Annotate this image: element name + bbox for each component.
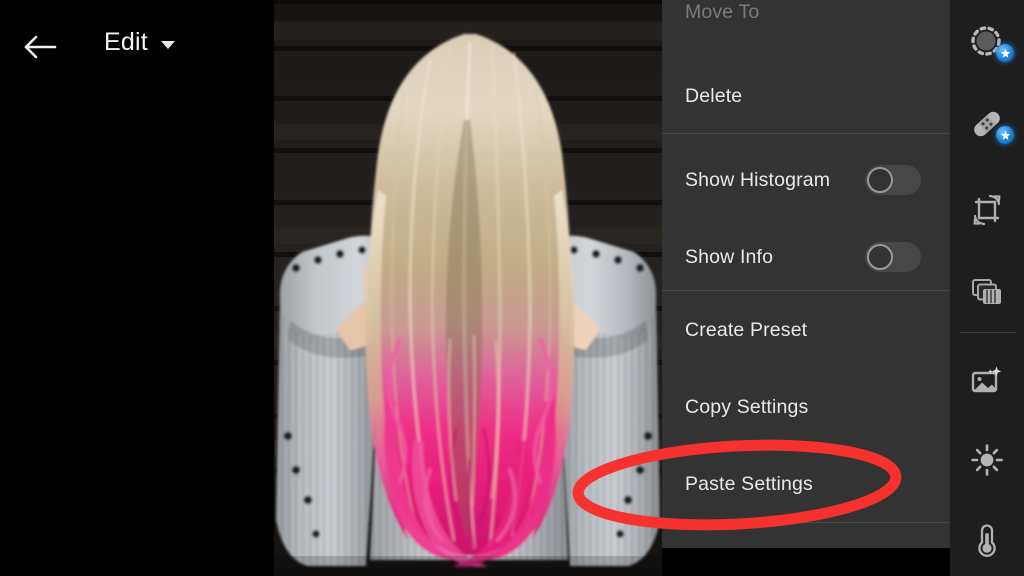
show-histogram-toggle[interactable] xyxy=(865,165,921,195)
sidebar-item-select-subject[interactable] xyxy=(950,14,1024,70)
menu-item-show-histogram[interactable]: Show Histogram xyxy=(662,150,950,210)
star-icon xyxy=(1000,130,1010,140)
edit-mode-dropdown[interactable]: Edit xyxy=(104,30,175,55)
layers-stack-icon xyxy=(972,279,1001,304)
menu-item-paste-settings[interactable]: Paste Settings xyxy=(662,460,950,508)
menu-item-create-preset[interactable]: Create Preset xyxy=(662,306,950,354)
photo-canvas[interactable] xyxy=(274,0,662,576)
toggle-knob xyxy=(867,167,893,193)
menu-item-show-info-label: Show Info xyxy=(685,245,774,268)
menu-item-show-info[interactable]: Show Info xyxy=(662,227,950,287)
sidebar-item-versions[interactable] xyxy=(950,262,1024,318)
top-bar: Edit xyxy=(0,0,274,92)
sidebar-item-presets[interactable] xyxy=(950,352,1024,408)
page-title: Edit xyxy=(104,28,148,56)
menu-item-show-histogram-label: Show Histogram xyxy=(685,168,831,191)
menu-item-delete-label: Delete xyxy=(685,84,743,107)
sidebar-item-light[interactable] xyxy=(950,432,1024,488)
menu-item-move-to[interactable]: Move To xyxy=(662,0,950,44)
sidebar-item-healing[interactable] xyxy=(950,96,1024,152)
tools-sidebar xyxy=(950,0,1024,576)
sidebar-divider xyxy=(960,332,1016,333)
photo-image xyxy=(274,0,662,576)
thermometer-icon xyxy=(978,524,996,557)
app-root: Edit Move To Delete Show Histogram Show … xyxy=(0,0,1024,576)
ai-star-badge xyxy=(996,126,1014,144)
menu-item-delete[interactable]: Delete xyxy=(662,72,950,120)
menu-item-create-preset-label: Create Preset xyxy=(685,318,808,341)
menu-divider-1 xyxy=(662,133,950,134)
sidebar-item-crop[interactable] xyxy=(950,182,1024,238)
chevron-down-icon xyxy=(160,40,175,49)
sidebar-item-color[interactable] xyxy=(950,512,1024,568)
menu-divider-2 xyxy=(662,290,950,291)
menu-item-copy-settings-label: Copy Settings xyxy=(685,395,809,418)
image-sparkle-icon xyxy=(971,366,1002,393)
show-info-toggle[interactable] xyxy=(865,242,921,272)
crop-rotate-icon xyxy=(973,194,1001,226)
star-icon xyxy=(1000,48,1010,58)
menu-item-copy-settings[interactable]: Copy Settings xyxy=(662,383,950,431)
back-arrow-icon xyxy=(24,35,57,59)
menu-divider-3 xyxy=(662,522,950,523)
context-menu: Move To Delete Show Histogram Show Info … xyxy=(662,0,950,548)
menu-item-move-to-label: Move To xyxy=(685,0,760,23)
sun-brightness-icon xyxy=(971,444,1003,476)
back-button[interactable] xyxy=(20,27,60,67)
menu-item-paste-settings-label: Paste Settings xyxy=(685,472,813,495)
toggle-knob xyxy=(867,244,893,270)
ai-star-badge xyxy=(996,44,1014,62)
